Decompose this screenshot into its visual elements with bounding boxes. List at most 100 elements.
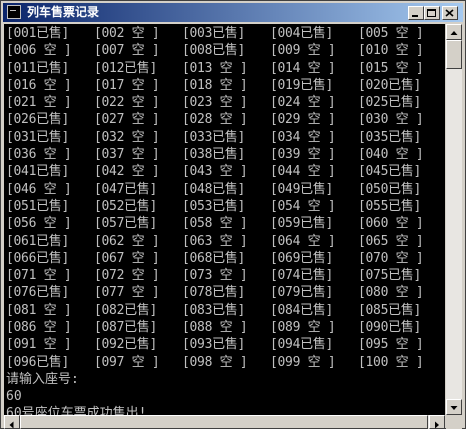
seat-entry: [045已售] <box>358 164 422 180</box>
scroll-down-button[interactable] <box>446 399 462 415</box>
seat-entry: [007 空 ] <box>94 43 160 59</box>
seat-entry: [063 空 ] <box>182 233 248 249</box>
seat-entry: [043 空 ] <box>182 164 248 180</box>
seat-entry: [074已售] <box>270 268 334 284</box>
seat-entry: [052已售] <box>94 198 158 214</box>
seat-entry: [035已售] <box>358 129 422 145</box>
seat-entry: [057已售] <box>94 216 158 232</box>
horizontal-scroll-thumb[interactable] <box>20 415 428 429</box>
seat-entry: [100 空 ] <box>358 354 424 370</box>
seat-entry: [020已售] <box>358 77 422 93</box>
seat-entry: [087已售] <box>94 320 158 336</box>
seat-entry: [073 空 ] <box>182 268 248 284</box>
seat-entry: [005 空 ] <box>358 26 424 41</box>
close-icon <box>445 9 454 17</box>
vertical-scroll-thumb[interactable] <box>446 40 462 69</box>
seat-entry: [097 空 ] <box>94 354 160 370</box>
sale-result-message: 60号座位车票成功售出! <box>6 405 147 415</box>
seat-entry: [041已售] <box>6 164 70 180</box>
seat-entry: [059已售] <box>270 216 334 232</box>
seat-entry: [070 空 ] <box>358 250 424 266</box>
seat-entry: [034 空 ] <box>270 129 336 145</box>
seat-entry: [084已售] <box>270 302 334 318</box>
seat-entry: [077 空 ] <box>94 285 160 301</box>
scroll-left-button[interactable] <box>4 415 20 429</box>
seat-entry: [026已售] <box>6 112 70 128</box>
seat-entry: [013 空 ] <box>182 60 248 76</box>
seat-entry: [068已售] <box>182 250 246 266</box>
seat-entry: [085已售] <box>358 302 422 318</box>
seat-entry: [051已售] <box>6 198 70 214</box>
seat-entry: [075已售] <box>358 268 422 284</box>
seat-entry: [024 空 ] <box>270 95 336 111</box>
seat-entry: [065 空 ] <box>358 233 424 249</box>
seat-entry: [060 空 ] <box>358 216 424 232</box>
seat-entry: [071 空 ] <box>6 268 72 284</box>
arrow-down-icon <box>450 406 458 410</box>
seat-entry: [088 空 ] <box>182 320 248 336</box>
seat-number-input[interactable]: 60 <box>6 388 442 405</box>
seat-entry: [004已售] <box>270 26 334 41</box>
seat-entry: [056 空 ] <box>6 216 72 232</box>
minimize-icon <box>412 15 418 17</box>
seat-entry: [033已售] <box>182 129 246 145</box>
seat-entry: [042 空 ] <box>94 164 160 180</box>
arrow-up-icon <box>450 31 458 35</box>
seat-entry: [093已售] <box>182 337 246 353</box>
seat-entry: [002 空 ] <box>94 26 160 41</box>
seat-entry: [032 空 ] <box>94 129 160 145</box>
seat-entry: [038已售] <box>182 147 246 163</box>
seat-entry: [012已售] <box>94 60 158 76</box>
vertical-scrollbar[interactable] <box>446 24 462 415</box>
seat-entry: [086 空 ] <box>6 320 72 336</box>
console-app-icon[interactable] <box>7 5 21 19</box>
console-output[interactable]: [001已售] [002 空 ] [003已售] [004已售] [005 空 ] [00… <box>4 24 445 415</box>
title-bar[interactable]: 列车售票记录 <box>3 3 463 22</box>
seat-entry: [072 空 ] <box>94 268 160 284</box>
seat-entry: [081 空 ] <box>6 302 72 318</box>
seat-entry: [076已售] <box>6 285 70 301</box>
arrow-left-icon <box>9 421 14 429</box>
seat-entry: [025已售] <box>358 95 422 111</box>
seat-entry: [015 空 ] <box>358 60 424 76</box>
seat-entry: [003已售] <box>182 26 246 41</box>
close-button[interactable] <box>442 6 458 20</box>
seat-entry: [078已售] <box>182 285 246 301</box>
seat-entry: [048已售] <box>182 181 246 197</box>
window-title: 列车售票记录 <box>27 5 100 19</box>
console-window: 列车售票记录 [001已售] [002 空 ] [003已售] [004已售] [005… <box>0 0 466 429</box>
seat-entry: [092已售] <box>94 337 158 353</box>
scroll-right-button[interactable] <box>429 415 445 429</box>
scrollbar-corner <box>446 415 462 429</box>
seat-grid: [001已售] [002 空 ] [003已售] [004已售] [005 空 ] [00… <box>6 25 442 371</box>
seat-entry: [067 空 ] <box>94 250 160 266</box>
seat-entry: [066已售] <box>6 250 70 266</box>
seat-entry: [098 空 ] <box>182 354 248 370</box>
scroll-up-button[interactable] <box>446 24 462 40</box>
seat-entry: [022 空 ] <box>94 95 160 111</box>
seat-entry: [095 空 ] <box>358 337 424 353</box>
seat-entry: [031已售] <box>6 129 70 145</box>
seat-entry: [089 空 ] <box>270 320 336 336</box>
seat-entry: [044 空 ] <box>270 164 336 180</box>
seat-entry: [046 空 ] <box>6 181 72 197</box>
seat-entry: [018 空 ] <box>182 77 248 93</box>
seat-entry: [036 空 ] <box>6 147 72 163</box>
seat-entry: [050已售] <box>358 181 422 197</box>
seat-entry: [061已售] <box>6 233 70 249</box>
seat-entry: [064 空 ] <box>270 233 336 249</box>
seat-entry: [010 空 ] <box>358 43 424 59</box>
seat-entry: [096已售] <box>6 354 70 370</box>
seat-entry: [083已售] <box>182 302 246 318</box>
seat-entry: [055已售] <box>358 198 422 214</box>
seat-entry: [016 空 ] <box>6 77 72 93</box>
seat-entry: [090已售] <box>358 320 422 336</box>
seat-entry: [006 空 ] <box>6 43 72 59</box>
minimize-button[interactable] <box>408 6 424 20</box>
seat-number-prompt: 请输入座号: <box>6 371 79 387</box>
maximize-button[interactable] <box>424 6 440 20</box>
seat-entry: [099 空 ] <box>270 354 336 370</box>
seat-entry: [049已售] <box>270 181 334 197</box>
horizontal-scrollbar[interactable] <box>4 415 445 429</box>
seat-entry: [054 空 ] <box>270 198 336 214</box>
